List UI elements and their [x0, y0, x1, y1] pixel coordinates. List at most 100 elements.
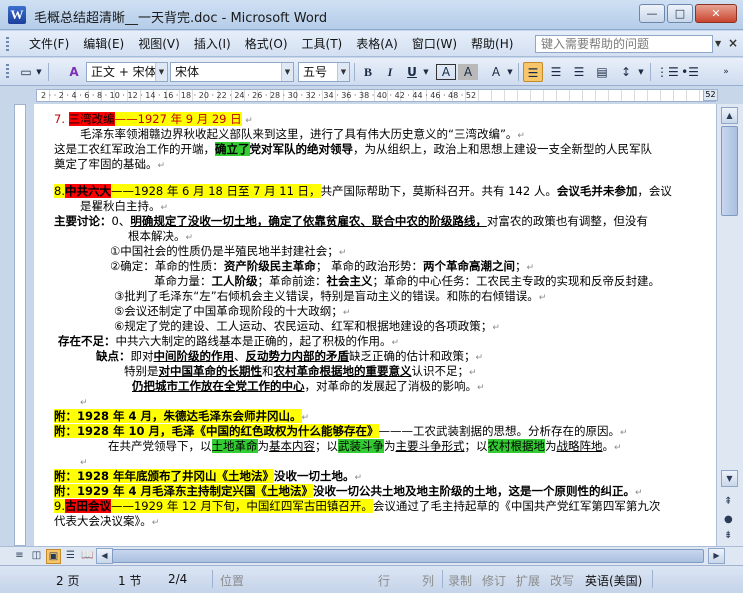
- outline-view-icon[interactable]: ☰: [63, 549, 78, 564]
- status-language[interactable]: 英语(美国): [585, 572, 642, 589]
- scroll-right-icon[interactable]: ▶: [708, 548, 725, 564]
- line-spacing-dropdown-icon[interactable]: ▼: [636, 62, 646, 82]
- horizontal-scrollbar[interactable]: ≡ ◫ ▣ ☰ 📖 ◀ ▶: [0, 546, 743, 565]
- maximize-button[interactable]: □: [667, 4, 693, 23]
- word-app-icon[interactable]: W: [8, 6, 26, 24]
- status-page: 2 页: [56, 574, 80, 588]
- p7-title: 三湾改编: [68, 112, 115, 126]
- blank-line-2: ↵: [80, 458, 88, 468]
- defect-3: 仍把城市工作放在全党工作的中心，对革命的发展起了消极的影响。↵: [132, 379, 485, 393]
- p7-highlight-established: 确立了: [215, 142, 250, 156]
- menu-format[interactable]: 格式(O): [238, 36, 295, 52]
- appendix-1-text: 附：1928 年 4 月，朱德达毛泽东会师井冈山。: [54, 409, 302, 423]
- grip-handle[interactable]: [6, 37, 9, 51]
- close-button[interactable]: ✕: [695, 4, 737, 23]
- p9-number: 9.: [54, 499, 65, 513]
- menu-help[interactable]: 帮助(H): [464, 36, 520, 52]
- menu-table[interactable]: 表格(A): [349, 36, 405, 52]
- status-extend[interactable]: 扩展: [516, 572, 540, 589]
- p7-text-2: 毛泽东率领湘赣边界秋收起义部队来到这里，进行了具有伟大历史意义的“三湾改编”。: [80, 127, 518, 141]
- char-shading-button[interactable]: A: [458, 64, 478, 80]
- appendix-3: 在共产党领导下，以土地革命为基本内容；以武装斗争为主要斗争形式；以农村根据地为战…: [108, 439, 622, 453]
- appendix-4-title: 附：1928 年年底颁布了井冈山《土地法》: [54, 469, 275, 483]
- defect-2: 特别是对中国革命的长期性和农村革命根据地的重要意义认识不足；↵: [124, 364, 477, 378]
- a3h: 主要斗争形式: [395, 439, 465, 453]
- font-size-combo[interactable]: 五号 ▼: [298, 62, 350, 82]
- horizontal-ruler[interactable]: 2 · · 2 · 4 · 6 · 8 · 10 · 12 · 14 · 16 …: [36, 89, 716, 102]
- item-3b: 工人阶级: [211, 274, 258, 288]
- align-center-icon[interactable]: ☰: [546, 62, 566, 82]
- reading-view-icon[interactable]: 📖: [80, 549, 95, 564]
- previous-page-icon[interactable]: ⇞: [724, 496, 732, 507]
- appendix-2-rest: ———工农武装割据的思想。分析存在的原因。: [378, 424, 621, 438]
- minimize-button[interactable]: —: [639, 4, 665, 23]
- document-area[interactable]: 7. 三湾改编——1927 年 9 月 29 日 ↵ 毛泽东率领湘赣边界秋收起义…: [34, 104, 716, 546]
- status-track-changes[interactable]: 修订: [482, 572, 506, 589]
- appendix-5-rest: 没收一切公共土地及地主阶级的土地，这是一个原则性的纠正。: [313, 484, 636, 498]
- scroll-left-icon[interactable]: ◀: [96, 548, 113, 564]
- font-size-value: 五号: [303, 65, 328, 79]
- underline-button[interactable]: U: [402, 62, 422, 82]
- a3f: 武装斗争: [338, 439, 384, 453]
- web-view-icon[interactable]: ◫: [29, 549, 44, 564]
- menu-view[interactable]: 视图(V): [131, 36, 187, 52]
- status-overtype[interactable]: 改写: [550, 572, 574, 589]
- scroll-up-icon[interactable]: ▲: [721, 107, 738, 124]
- menu-edit[interactable]: 编辑(E): [76, 36, 131, 52]
- p8-date: ——1928 年 6 月 18 日至 7 月 11 日，: [110, 184, 321, 198]
- close-document-button[interactable]: ×: [728, 36, 738, 50]
- vertical-scrollbar[interactable]: ▲ ▼ ⇞ ● ⇟: [716, 104, 743, 546]
- print-view-icon[interactable]: ▣: [46, 549, 61, 564]
- browse-object-icon[interactable]: ●: [724, 514, 733, 525]
- new-dropdown-icon[interactable]: ▼: [34, 62, 44, 82]
- italic-button[interactable]: I: [380, 62, 400, 82]
- style-combo[interactable]: 正文 + 宋体 ▼: [86, 62, 168, 82]
- font-dropdown-icon[interactable]: ▼: [281, 63, 293, 81]
- appendix-5-title: 附：1929 年 4 月毛泽东主持制定兴国《土地法》: [54, 484, 314, 498]
- toolbar-options-icon[interactable]: »: [720, 62, 732, 82]
- a3k: 为: [545, 439, 557, 453]
- justify-icon[interactable]: ▤: [592, 62, 612, 82]
- help-dropdown-icon[interactable]: ▼: [715, 39, 721, 48]
- appendix-4: 附：1928 年年底颁布了井冈山《土地法》没收一切土地。↵: [54, 469, 363, 483]
- p8-number: 8.: [54, 184, 65, 198]
- bullets-icon[interactable]: •☰: [680, 62, 700, 82]
- style-dropdown-icon[interactable]: ▼: [155, 63, 167, 81]
- toolbar-grip[interactable]: [6, 64, 9, 78]
- align-right-icon[interactable]: ☰: [569, 62, 589, 82]
- underline-dropdown-icon[interactable]: ▼: [421, 62, 431, 82]
- vertical-ruler[interactable]: [14, 104, 26, 546]
- char-border-button[interactable]: A: [436, 64, 456, 80]
- document-body[interactable]: 7. 三湾改编——1927 年 9 月 29 日 ↵ 毛泽东率领湘赣边界秋收起义…: [54, 112, 704, 529]
- scroll-down-icon[interactable]: ▼: [721, 470, 738, 487]
- help-search-input[interactable]: 键入需要帮助的问题: [535, 35, 713, 53]
- size-dropdown-icon[interactable]: ▼: [337, 63, 349, 81]
- next-page-icon[interactable]: ⇟: [724, 530, 732, 541]
- p8-title: 中共六大: [64, 184, 111, 198]
- vertical-scroll-thumb[interactable]: [721, 126, 738, 216]
- numbering-icon[interactable]: ⋮☰: [656, 62, 679, 82]
- p7-text-3a: 这是工农红军政治工作的开端，: [54, 142, 215, 156]
- menu-window[interactable]: 窗口(W): [405, 36, 464, 52]
- p8-bold: 会议毛并未参加: [556, 184, 638, 198]
- menu-file[interactable]: 文件(F): [22, 36, 76, 52]
- char-scaling-button[interactable]: A: [486, 62, 506, 82]
- defect-2e: 认识不足；: [411, 364, 470, 378]
- font-combo[interactable]: 宋体 ▼: [170, 62, 294, 82]
- item-3d: 社会主义: [326, 274, 373, 288]
- ruler-end-marker: 52: [703, 89, 718, 101]
- menu-tools[interactable]: 工具(T): [295, 36, 350, 52]
- bold-button[interactable]: B: [358, 62, 378, 82]
- styles-pane-icon[interactable]: A: [64, 62, 84, 82]
- line-spacing-icon[interactable]: ↕: [616, 62, 636, 82]
- menu-insert[interactable]: 插入(I): [187, 36, 238, 52]
- horizontal-scroll-thumb[interactable]: [112, 549, 704, 563]
- align-left-icon[interactable]: ☰: [523, 62, 543, 82]
- p8-text-2: 是瞿秋白主持。: [80, 199, 161, 213]
- appendix-5: 附：1929 年 4 月毛泽东主持制定兴国《土地法》没收一切公共土地及地主阶级的…: [54, 484, 643, 498]
- item-4-text: ③批判了毛泽东“左”右倾机会主义错误，特别是盲动主义的错误。和陈的右倾错误。: [114, 289, 539, 303]
- scaling-dropdown-icon[interactable]: ▼: [505, 62, 515, 82]
- normal-view-icon[interactable]: ≡: [12, 549, 27, 564]
- new-document-icon[interactable]: ▭: [16, 62, 36, 82]
- status-record[interactable]: 录制: [448, 572, 472, 589]
